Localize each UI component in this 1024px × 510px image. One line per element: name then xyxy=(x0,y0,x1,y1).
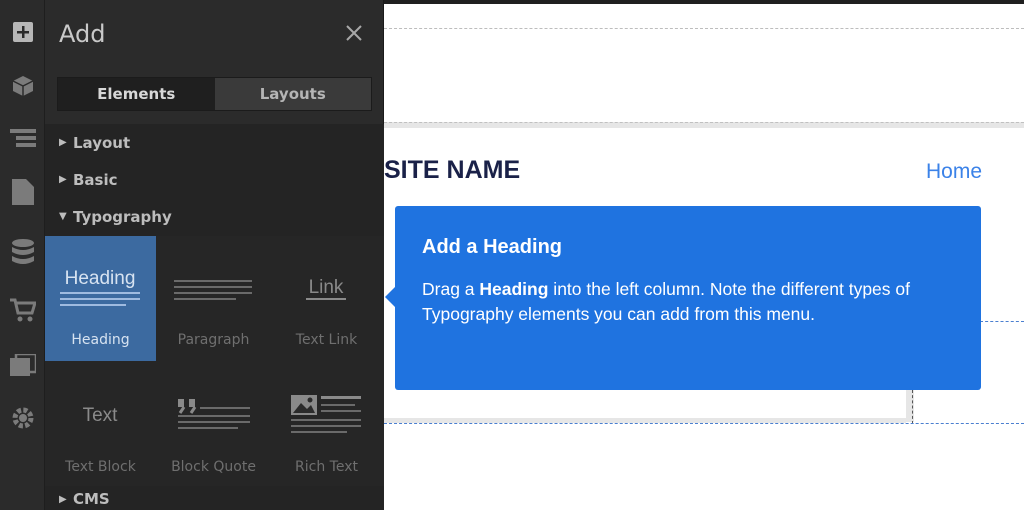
add-panel-button[interactable] xyxy=(0,8,45,56)
caret-right-icon: ▶ xyxy=(59,137,67,148)
element-paragraph[interactable]: Paragraph xyxy=(158,236,269,361)
element-block-quote[interactable]: Block Quote xyxy=(158,363,269,488)
symbols-button[interactable] xyxy=(0,62,45,110)
typography-grid: Heading Heading Paragraph Link Text Link… xyxy=(45,236,384,486)
caret-right-icon: ▶ xyxy=(59,493,67,505)
close-panel-button[interactable] xyxy=(345,24,363,42)
paragraph-icon xyxy=(174,280,252,300)
svg-text:Text: Text xyxy=(83,405,119,426)
navigator-icon xyxy=(9,129,36,147)
element-label: Heading xyxy=(71,332,130,348)
section-label: Layout xyxy=(73,133,131,152)
row-outline xyxy=(384,423,1024,424)
nav-link-home[interactable]: Home xyxy=(926,160,982,184)
element-heading[interactable]: Heading Heading xyxy=(45,236,156,361)
add-icon xyxy=(12,22,33,42)
panel-title: Add xyxy=(59,20,106,48)
tooltip-arrow xyxy=(385,287,395,307)
box-icon xyxy=(12,76,33,96)
element-rich-text[interactable]: Rich Text xyxy=(271,363,382,488)
ecommerce-icon xyxy=(9,298,36,322)
section-label: Typography xyxy=(73,207,172,226)
element-label: Block Quote xyxy=(171,459,256,475)
column-outline xyxy=(980,321,1024,322)
tab-elements[interactable]: Elements xyxy=(58,78,215,110)
canvas-top-bar xyxy=(384,0,1024,4)
tooltip-body: Drag a Heading into the left column. Not… xyxy=(422,277,954,327)
tooltip-emphasis: Heading xyxy=(479,279,549,299)
svg-text:Link: Link xyxy=(309,277,344,298)
assets-icon xyxy=(9,354,36,376)
navigator-button[interactable] xyxy=(0,114,45,162)
pages-button[interactable] xyxy=(0,168,45,216)
element-label: Text Link xyxy=(295,332,358,348)
pages-icon xyxy=(11,179,34,205)
settings-button[interactable] xyxy=(0,394,45,442)
site-name[interactable]: SITE NAME xyxy=(384,156,520,185)
element-label: Paragraph xyxy=(177,332,250,348)
panel-tabs: Elements Layouts xyxy=(57,77,372,111)
svg-text:Heading: Heading xyxy=(65,268,136,289)
tab-layouts[interactable]: Layouts xyxy=(214,78,371,110)
quote-icon xyxy=(178,399,250,429)
section-cms[interactable]: ▶ CMS xyxy=(45,488,384,510)
settings-icon xyxy=(12,407,33,429)
guide-tooltip: Add a Heading Drag a Heading into the le… xyxy=(395,206,981,390)
section-typography[interactable]: ▼ Typography xyxy=(45,198,384,235)
link-icon: Link xyxy=(306,277,346,300)
section-label: Basic xyxy=(73,170,118,189)
element-text-link[interactable]: Link Text Link xyxy=(271,236,382,361)
element-label: Rich Text xyxy=(295,459,358,475)
add-panel: Add Elements Layouts ▶ Layout ▶ Basic ▼ … xyxy=(45,0,384,510)
section-label: CMS xyxy=(73,490,110,508)
section-layout[interactable]: ▶ Layout xyxy=(45,124,384,161)
assets-button[interactable] xyxy=(0,342,45,390)
icon-rail xyxy=(0,0,45,510)
text-icon: Text xyxy=(83,405,119,426)
element-text-block[interactable]: Text Text Block xyxy=(45,363,156,488)
cms-button[interactable] xyxy=(0,228,45,276)
caret-down-icon: ▼ xyxy=(59,211,67,222)
rich-text-icon xyxy=(291,395,361,433)
heading-icon: Heading xyxy=(60,268,140,306)
section-outline xyxy=(384,28,1024,29)
tooltip-text: Drag a xyxy=(422,279,480,299)
section-divider xyxy=(384,122,1024,128)
cms-icon xyxy=(11,239,34,264)
tooltip-title: Add a Heading xyxy=(422,236,563,258)
column-outline xyxy=(912,390,913,424)
close-icon xyxy=(346,25,362,41)
section-basic[interactable]: ▶ Basic xyxy=(45,161,384,198)
element-label: Text Block xyxy=(65,459,136,475)
ecommerce-button[interactable] xyxy=(0,286,45,334)
caret-right-icon: ▶ xyxy=(59,174,67,185)
